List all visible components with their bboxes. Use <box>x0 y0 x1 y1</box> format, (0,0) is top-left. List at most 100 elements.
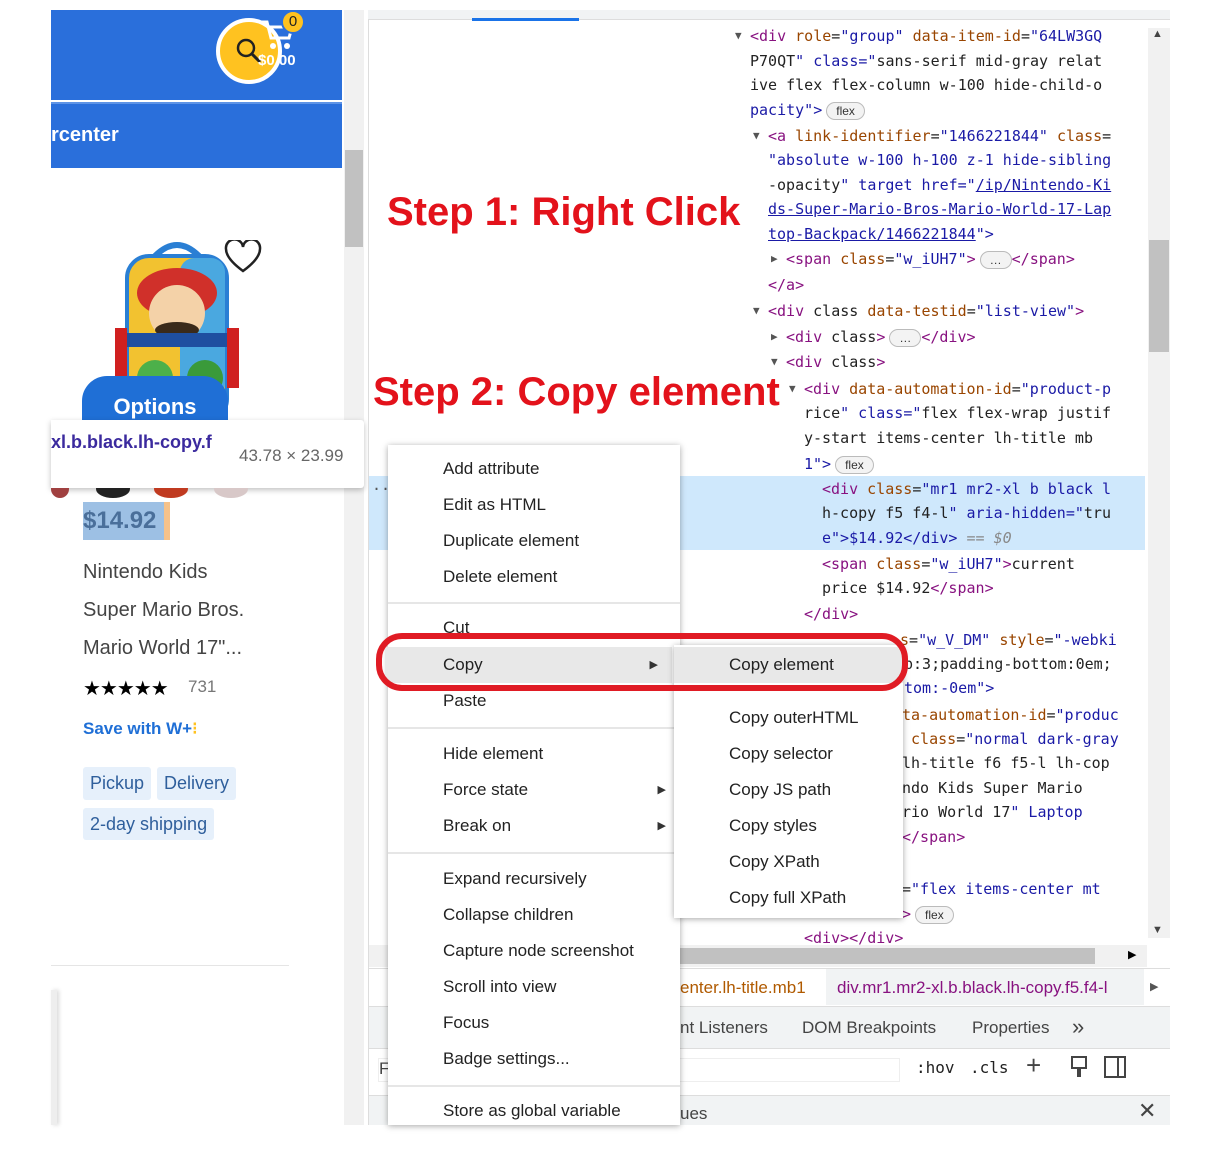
dom-node-line[interactable]: ▼ <div data-automation-id="product-p <box>789 377 1111 401</box>
dom-node-line[interactable]: price $14.92</span> <box>822 576 994 600</box>
element-inspect-tooltip: xl.b.black.lh-copy.f 43.78 × 23.99 <box>51 420 364 488</box>
node-badge[interactable]: flex <box>835 456 874 474</box>
dom-node-line[interactable]: </a> <box>768 273 804 297</box>
toggle-sidebar-icon[interactable] <box>1104 1056 1126 1078</box>
dom-node-line[interactable]: ="flex items-center mt <box>902 877 1101 901</box>
submenu-item-copy-outerhtml[interactable]: Copy outerHTML <box>674 700 903 736</box>
scroll-down-arrow[interactable]: ▼ <box>1152 924 1163 936</box>
submenu-item-copy-xpath[interactable]: Copy XPath <box>674 844 903 880</box>
dom-node-line[interactable]: lh-title f6 f5-l lh-cop <box>902 751 1110 775</box>
dom-node-line[interactable]: rio World 17" Laptop <box>902 800 1083 824</box>
node-badge[interactable]: … <box>979 251 1012 269</box>
dom-node-line[interactable]: </div> <box>804 602 858 626</box>
dom-node-line[interactable]: ▼ <div class data-testid="list-view"> <box>753 299 1084 323</box>
expand-triangle-icon[interactable]: ▼ <box>735 24 742 48</box>
dom-node-line[interactable]: <div class="mr1 mr2-xl b black l <box>822 477 1111 501</box>
variant-swatches[interactable] <box>51 488 341 502</box>
close-drawer-icon[interactable]: ✕ <box>1138 1098 1156 1124</box>
context-menu-item-duplicate-element[interactable]: Duplicate element <box>388 523 680 559</box>
context-menu-item-capture-node-screenshot[interactable]: Capture node screenshot <box>388 933 680 969</box>
submenu-item-copy-full-xpath[interactable]: Copy full XPath <box>674 880 903 916</box>
dom-node-line[interactable]: ds-Super-Mario-Bros-Mario-World-17-Lap <box>768 197 1111 221</box>
breadcrumb-item-active[interactable]: div.mr1.mr2-xl.b.black.lh-copy.f5.f4-l <box>837 978 1108 998</box>
dom-node-line[interactable]: class="normal dark-gray <box>902 727 1119 751</box>
context-menu-item-scroll-into-view[interactable]: Scroll into view <box>388 969 680 1005</box>
context-menu-item-expand-recursively[interactable]: Expand recursively <box>388 861 680 897</box>
context-menu-item-label: Break on <box>443 816 512 835</box>
paint-brush-icon[interactable] <box>1070 1056 1088 1078</box>
dom-node-line[interactable]: "absolute w-100 h-100 z-1 hide-sibling <box>768 148 1111 172</box>
context-menu-item-break-on[interactable]: Break on ▶ <box>388 808 680 844</box>
dom-node-line[interactable]: ▶ <span class="w_iUH7">… </span> <box>771 247 1075 271</box>
node-badge[interactable]: flex <box>915 906 954 924</box>
dom-node-line[interactable]: 1"> flex <box>804 452 874 476</box>
hov-button[interactable]: :hov <box>916 1058 955 1077</box>
department-link[interactable]: rcenter <box>51 124 119 147</box>
context-menu-item-add-attribute[interactable]: Add attribute <box>388 451 680 487</box>
expand-triangle-icon[interactable]: ▶ <box>771 325 778 349</box>
cls-button[interactable]: .cls <box>970 1058 1009 1077</box>
dom-node-line[interactable]: ta-automation-id="produc <box>902 703 1119 727</box>
context-menu-item-force-state[interactable]: Force state ▶ <box>388 772 680 808</box>
dom-node-link[interactable]: /ip/Nintendo-Ki <box>976 176 1111 194</box>
dom-node-line[interactable]: ive flex flex-column w-100 hide-child-o <box>750 73 1102 97</box>
dom-node-line[interactable]: </span> <box>902 825 965 849</box>
submenu-item-copy-styles[interactable]: Copy styles <box>674 808 903 844</box>
dom-node-line[interactable]: pacity"> flex <box>750 98 865 122</box>
active-tab-indicator <box>472 18 579 21</box>
expand-triangle-icon[interactable]: ▼ <box>753 299 760 323</box>
more-tabs-button[interactable]: » <box>1072 1014 1084 1040</box>
dom-node-line[interactable]: e">$14.92</div> == $0 <box>822 526 1012 550</box>
dom-node-link[interactable]: top-Backpack/1466221844 <box>768 225 976 243</box>
dom-node-line[interactable]: y-start items-center lh-title mb <box>804 426 1093 450</box>
context-menu-item-store-as-global-variable[interactable]: Store as global variable <box>388 1093 680 1129</box>
dom-node-line[interactable]: p:3;padding-bottom:0em; <box>904 652 1112 676</box>
node-badge[interactable]: flex <box>826 102 865 120</box>
dom-node-line[interactable]: tom:-0em"> <box>904 676 994 700</box>
dom-tree-scrollbar-thumb[interactable] <box>1149 240 1169 352</box>
drawer-tab-issues[interactable]: ues <box>680 1104 707 1124</box>
dom-node-line[interactable]: s="w_V_DM" style="-webki <box>900 628 1117 652</box>
dom-node-line[interactable]: -opacity" target href="/ip/Nintendo-Ki <box>768 173 1111 197</box>
breadcrumb-next-arrow[interactable]: ▶ <box>1150 980 1158 993</box>
expand-triangle-icon[interactable]: ▼ <box>753 124 760 148</box>
dom-node-line[interactable]: > flex <box>902 902 954 926</box>
dom-node-link[interactable]: ds-Super-Mario-Bros-Mario-World-17-Lap <box>768 200 1111 218</box>
context-menu-item-focus[interactable]: Focus <box>388 1005 680 1041</box>
node-badge[interactable]: … <box>889 329 922 347</box>
submenu-item-copy-js-path[interactable]: Copy JS path <box>674 772 903 808</box>
dom-node-line[interactable]: ▼ <div role="group" data-item-id="64LW3GQ <box>735 24 1102 48</box>
scroll-right-arrow[interactable]: ▶ <box>1128 948 1136 961</box>
product-title[interactable]: Nintendo Kids Super Mario Bros. Mario Wo… <box>83 553 283 667</box>
dom-node-line[interactable]: ndo Kids Super Mario <box>902 776 1083 800</box>
tab-event-listeners[interactable]: nt Listeners <box>680 1018 768 1038</box>
context-menu-item-hide-element[interactable]: Hide element <box>388 736 680 772</box>
context-menu-item-edit-as-html[interactable]: Edit as HTML <box>388 487 680 523</box>
options-button[interactable]: Options <box>82 376 228 426</box>
dom-tree-scrollbar[interactable] <box>1148 28 1170 938</box>
favorite-heart-icon[interactable] <box>224 240 262 274</box>
page-scrollbar-thumb[interactable] <box>345 150 363 247</box>
dom-node-line[interactable]: top-Backpack/1466221844"> <box>768 222 994 246</box>
submenu-item-copy-selector[interactable]: Copy selector <box>674 736 903 772</box>
dom-node-line[interactable]: ▶ <div class>… </div> <box>771 325 976 349</box>
context-menu-item-delete-element[interactable]: Delete element <box>388 559 680 595</box>
dom-node-line[interactable]: h-copy f5 f4-l" aria-hidden="tru <box>822 501 1111 525</box>
dom-node-line[interactable]: ▼ <div class> <box>771 350 885 374</box>
new-style-rule-plus-icon[interactable]: + <box>1026 1050 1041 1081</box>
save-with-walmart-plus[interactable]: Save with W+⁝ <box>83 719 198 739</box>
dom-node-text: ndo Kids Super Mario <box>902 779 1083 797</box>
dom-node-line[interactable]: <span class="w_iUH7">current <box>822 552 1075 576</box>
breadcrumb-item[interactable]: enter.lh-title.mb1 <box>680 978 806 998</box>
context-menu-item-badge-settings[interactable]: Badge settings... <box>388 1041 680 1077</box>
dom-node-text: <a link-identifier="1466221844" class= <box>768 127 1112 145</box>
dom-node-line[interactable]: ▼ <a link-identifier="1466221844" class= <box>753 124 1112 148</box>
context-menu-item-collapse-children[interactable]: Collapse children <box>388 897 680 933</box>
dom-node-line[interactable]: P70QT" class="sans-serif mid-gray relat <box>750 49 1102 73</box>
tab-dom-breakpoints[interactable]: DOM Breakpoints <box>802 1018 936 1038</box>
dom-node-line[interactable]: rice" class="flex flex-wrap justif <box>804 401 1111 425</box>
expand-triangle-icon[interactable]: ▼ <box>789 377 796 401</box>
scroll-up-arrow[interactable]: ▲ <box>1152 28 1163 40</box>
expand-triangle-icon[interactable]: ▶ <box>771 247 778 271</box>
tab-properties[interactable]: Properties <box>972 1018 1049 1038</box>
